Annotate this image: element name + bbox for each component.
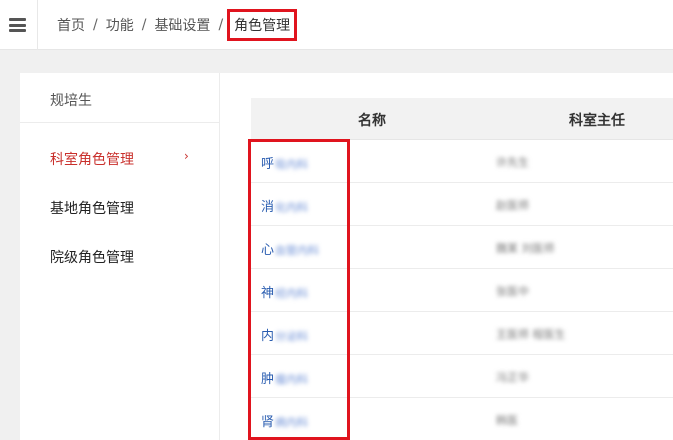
column-header-name: 名称 xyxy=(358,113,386,129)
sidebar-item-department-roles[interactable]: 科室角色管理 xyxy=(50,149,134,169)
department-name[interactable]: 内分泌科 xyxy=(261,325,308,344)
table-header: 名称 科室主任 xyxy=(251,98,673,140)
sidebar-item-hospital-roles[interactable]: 院级角色管理 xyxy=(50,247,134,267)
breadcrumb-separator: / xyxy=(141,17,147,33)
content-panel: 规培生 科室角色管理 › 基地角色管理 院级角色管理 名称 科室主任 呼吸内科 … xyxy=(20,73,673,440)
table-row[interactable]: 内分泌科 王医师 程医生 xyxy=(251,312,673,355)
top-header: 首页 / 功能 / 基础设置 / 角色管理 xyxy=(0,0,673,50)
sidebar-title: 规培生 xyxy=(50,93,92,109)
breadcrumb-separator: / xyxy=(93,17,98,33)
department-director: 王医师 程医生 xyxy=(496,328,566,341)
sidebar-item-base-roles[interactable]: 基地角色管理 xyxy=(50,198,134,218)
breadcrumb-home[interactable]: 首页 xyxy=(57,15,85,35)
chevron-right-icon: › xyxy=(184,149,189,163)
breadcrumb-function[interactable]: 功能 xyxy=(106,15,134,35)
breadcrumb-current: 角色管理 xyxy=(227,9,298,41)
breadcrumb-basic-settings[interactable]: 基础设置 xyxy=(154,15,210,35)
breadcrumb: 首页 / 功能 / 基础设置 / 角色管理 xyxy=(57,0,298,50)
sidebar-divider xyxy=(20,122,220,123)
sidebar: 规培生 科室角色管理 › 基地角色管理 院级角色管理 xyxy=(20,73,220,440)
department-name[interactable]: 心血管内科 xyxy=(261,239,319,258)
department-name[interactable]: 消化内科 xyxy=(261,196,308,215)
table-row[interactable]: 呼吸内科 许先生 xyxy=(251,140,673,183)
department-director: 张医中 xyxy=(496,285,529,298)
breadcrumb-separator: / xyxy=(218,17,224,33)
table-row[interactable]: 消化内科 赵医师 xyxy=(251,183,673,226)
department-director: 赵医师 xyxy=(496,199,529,212)
department-name[interactable]: 呼吸内科 xyxy=(261,153,308,172)
department-name[interactable]: 肾病内科 xyxy=(261,411,308,430)
department-name[interactable]: 神经内科 xyxy=(261,282,308,301)
hamburger-menu-icon[interactable] xyxy=(9,18,26,32)
column-header-director: 科室主任 xyxy=(569,113,625,129)
table-row[interactable]: 神经内科 张医中 xyxy=(251,269,673,312)
department-director: 许先生 xyxy=(496,156,529,169)
header-divider xyxy=(37,0,38,50)
department-name[interactable]: 肿瘤内科 xyxy=(261,368,308,387)
table-row[interactable]: 肾病内科 韩医 xyxy=(251,398,673,440)
department-director: 韩医 xyxy=(496,414,518,427)
table-row[interactable]: 心血管内科 魏某 刘医师 xyxy=(251,226,673,269)
department-director: 冯正华 xyxy=(496,371,529,384)
department-director: 魏某 刘医师 xyxy=(496,242,555,255)
table-row[interactable]: 肿瘤内科 冯正华 xyxy=(251,355,673,398)
roles-table: 名称 科室主任 呼吸内科 许先生 消化内科 赵医师 心血管内科 魏某 刘医师 神… xyxy=(251,98,673,440)
